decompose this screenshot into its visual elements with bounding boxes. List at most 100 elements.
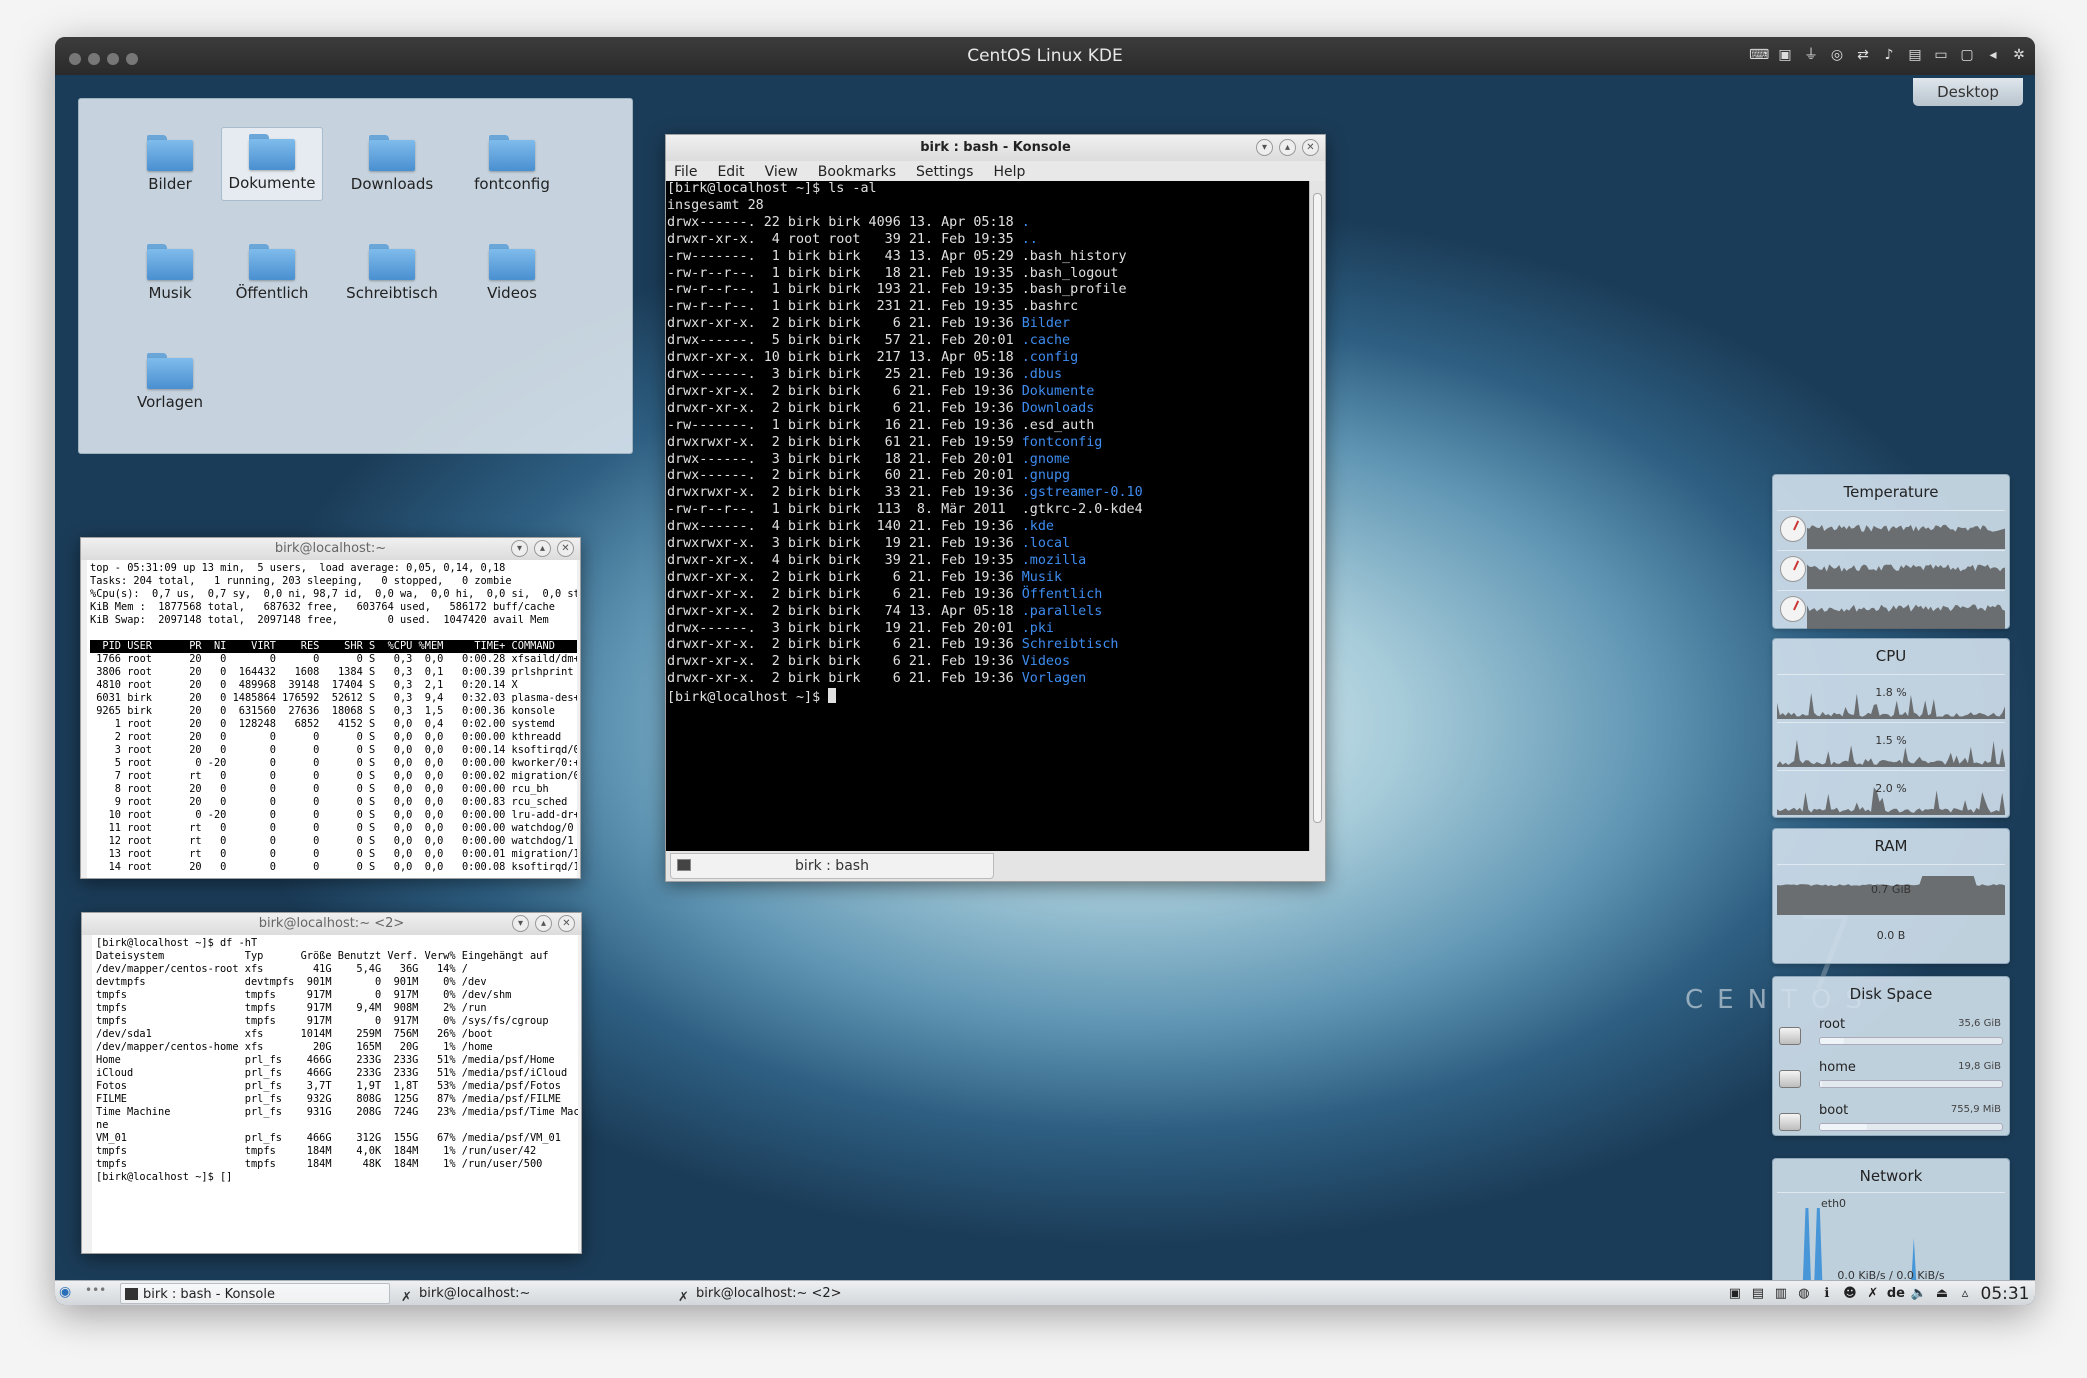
desktop-toolbox-button[interactable]: Desktop [1913, 78, 2023, 106]
maximize-icon[interactable]: ▴ [534, 540, 551, 557]
terminal-tray-icon[interactable]: ▤ [1749, 1286, 1767, 1301]
info-icon[interactable]: ℹ [1818, 1286, 1836, 1301]
terminal-line: Home prl_fs 466G 233G 233G 51% /media/ps… [96, 1054, 555, 1066]
network-tray-icon[interactable]: ◍ [1795, 1286, 1813, 1301]
top-terminal[interactable]: top - 05:31:09 up 13 min, 5 users, load … [87, 560, 577, 878]
terminal-line: -rw-------. 1 birk birk 16 21. Feb 19:36… [667, 417, 1095, 433]
df-terminal[interactable]: [birk@localhost ~]$ df -hT Dateisystem Ty… [92, 935, 578, 1253]
maximize-icon[interactable]: ▴ [535, 915, 552, 932]
temperature-row [1777, 590, 2005, 629]
cpu-value: 2.0 % [1875, 782, 1907, 795]
arrow-left-icon[interactable]: ◂ [1983, 44, 2003, 66]
minimize-icon[interactable]: ▾ [512, 915, 529, 932]
updates-icon[interactable]: ☻ [1841, 1286, 1859, 1301]
usb-icon[interactable]: ⏚ [1801, 44, 1821, 66]
widget-title: CPU [1875, 647, 1907, 665]
terminal-line: [birk@localhost ~]$ [667, 688, 1309, 707]
cpu-widget: CPU 1.8 % 1.5 % 2.0 % [1772, 638, 2010, 818]
clock[interactable]: 05:31 [1979, 1284, 2031, 1304]
terminal-line: iCloud prl_fs 466G 233G 233G 51% /media/… [96, 1067, 568, 1079]
menu-view[interactable]: View [765, 161, 798, 183]
konsole-titlebar[interactable]: birk : bash - Konsole ▾ ▴ ✕ [666, 135, 1325, 161]
menu-bookmarks[interactable]: Bookmarks [818, 161, 896, 183]
folder-item[interactable]: Musik [119, 238, 221, 312]
table-row: 14 root 20 0 0 0 0 S 0,0 0,0 0:00.08 kso… [90, 861, 577, 873]
konsole-menubar: File Edit View Bookmarks Settings Help [666, 161, 1325, 183]
folder-item[interactable]: Schreibtisch [341, 238, 443, 312]
konsole-tab[interactable]: birk : bash [670, 853, 994, 879]
keyboard-layout[interactable]: de [1887, 1286, 1905, 1301]
table-row: 5 root 0 -20 0 0 0 S 0,0 0,0 0:00.00 kwo… [90, 757, 577, 769]
folder-item[interactable]: Videos [461, 238, 563, 312]
terminal-line: drwx------. 2 birk birk 60 21. Feb 20:01… [667, 468, 1071, 484]
terminal-line: tmpfs tmpfs 184M 48K 184M 1% /run/user/5… [96, 1158, 543, 1170]
close-icon[interactable]: ✕ [1302, 139, 1319, 156]
disk-row[interactable]: home 19,8 GiB [1777, 1058, 2007, 1098]
minimize-icon[interactable]: ▾ [511, 540, 528, 557]
terminal-line: -rw-------. 1 birk birk 43 13. Apr 05:29… [667, 248, 1127, 264]
terminal-line: drwx------. 3 birk birk 18 21. Feb 20:01… [667, 451, 1071, 467]
menu-settings[interactable]: Settings [916, 161, 973, 183]
chevron-up-icon[interactable]: ▵ [1956, 1286, 1974, 1301]
x-tray-icon[interactable]: ✗ [1864, 1286, 1882, 1301]
cpu-icon[interactable]: ▣ [1775, 44, 1795, 66]
folder-item[interactable]: Öffentlich [221, 238, 323, 312]
folder-item[interactable]: Downloads [341, 129, 443, 203]
folder-item[interactable]: Bilder [119, 129, 221, 203]
device-notifier-icon[interactable]: ⏏ [1933, 1286, 1951, 1301]
volume-icon[interactable]: 🔈 [1910, 1286, 1928, 1301]
top-titlebar[interactable]: birk@localhost:~ ▾ ▴ ✕ [81, 538, 580, 560]
temperature-graph [1807, 524, 2005, 549]
terminal-line: drwxr-xr-x. 2 birk birk 6 21. Feb 19:36 … [667, 654, 1071, 670]
kde-menu-icon[interactable]: ◉ [59, 1284, 71, 1300]
terminal-line: devtmpfs devtmpfs 901M 0 901M 0% /dev [96, 976, 487, 988]
konsole-scrollbar[interactable] [1309, 181, 1325, 851]
keyboard-icon[interactable]: ⌨ [1749, 44, 1769, 66]
menu-edit[interactable]: Edit [717, 161, 744, 183]
table-row: 9 root 20 0 0 0 0 S 0,0 0,0 0:00.83 rcu_… [90, 796, 568, 808]
df-titlebar[interactable]: birk@localhost:~ <2> ▾ ▴ ✕ [82, 913, 581, 935]
terminal-line: insgesamt 28 [667, 197, 764, 213]
top-summary-line: KiB Swap: 2097148 total, 2097148 free, 0… [90, 614, 549, 626]
gear-icon[interactable]: ✲ [2009, 44, 2029, 66]
clipboard-icon[interactable]: ▥ [1772, 1286, 1790, 1301]
maximize-icon[interactable]: ▴ [1279, 139, 1296, 156]
camera-icon[interactable]: ▭ [1931, 44, 1951, 66]
terminal-line: drwx------. 22 birk birk 4096 13. Apr 05… [667, 214, 1030, 230]
temperature-row [1777, 510, 2005, 549]
disk-row[interactable]: boot 755,9 MiB [1777, 1101, 2007, 1141]
close-icon[interactable]: ✕ [557, 540, 574, 557]
task-konsole[interactable]: birk : bash - Konsole [120, 1283, 390, 1304]
close-icon[interactable]: ✕ [558, 915, 575, 932]
folder-item[interactable]: Dokumente [221, 127, 323, 201]
folder-item[interactable]: Vorlagen [119, 347, 221, 421]
terminal-tray-icon[interactable]: ▣ [1726, 1286, 1744, 1301]
terminal-line: drwx------. 3 birk birk 25 21. Feb 19:36… [667, 366, 1063, 382]
folder-icon [369, 244, 415, 280]
network-interface: eth0 [1821, 1197, 1847, 1210]
terminal-line: drwxrwxr-x. 2 birk birk 33 21. Feb 19:36… [667, 485, 1143, 501]
taskbar: ◉ ••• birk : bash - Konsole ✗ birk@localh… [55, 1280, 2035, 1305]
network-icon[interactable]: ⇄ [1853, 44, 1873, 66]
vm-titlebar[interactable]: CentOS Linux KDE ⌨ ▣ ⏚ ◎ ⇄ ♪ ▤ ▭ ▢ ◂ ✲ [55, 37, 2035, 75]
table-row: 3806 root 20 0 164432 1608 1384 S 0,3 0,… [90, 666, 574, 678]
network-row: eth0 0.0 KiB/s / 0.0 KiB/s [1777, 1192, 2005, 1293]
terminal-line: drwxr-xr-x. 2 birk birk 6 21. Feb 19:36 … [667, 671, 1087, 687]
folder-item[interactable]: fontconfig [461, 129, 563, 203]
disk-space-widget: Disk Space root 35,6 GiB home 19,8 GiB boo… [1772, 976, 2010, 1136]
printer-icon[interactable]: ▤ [1905, 44, 1925, 66]
shared-folder-icon[interactable]: ▢ [1957, 44, 1977, 66]
disk-row[interactable]: root 35,6 GiB [1777, 1015, 2007, 1055]
ram-row: 0.0 B [1777, 917, 2005, 961]
terminal-line: drwxr-xr-x. 2 birk birk 6 21. Feb 19:36 … [667, 316, 1071, 332]
cd-icon[interactable]: ◎ [1827, 44, 1847, 66]
pager-icon[interactable]: ••• [85, 1283, 106, 1297]
minimize-icon[interactable]: ▾ [1256, 139, 1273, 156]
konsole-terminal[interactable]: [birk@localhost ~]$ ls -al insgesamt 28 dr… [666, 181, 1309, 851]
menu-file[interactable]: File [674, 161, 697, 183]
task-df[interactable]: ✗ birk@localhost:~ <2> [674, 1283, 944, 1305]
sound-icon[interactable]: ♪ [1879, 44, 1899, 66]
menu-help[interactable]: Help [993, 161, 1025, 183]
task-top[interactable]: ✗ birk@localhost:~ [397, 1283, 667, 1305]
table-row: 4810 root 20 0 489968 39148 17404 S 0,3 … [90, 679, 518, 691]
